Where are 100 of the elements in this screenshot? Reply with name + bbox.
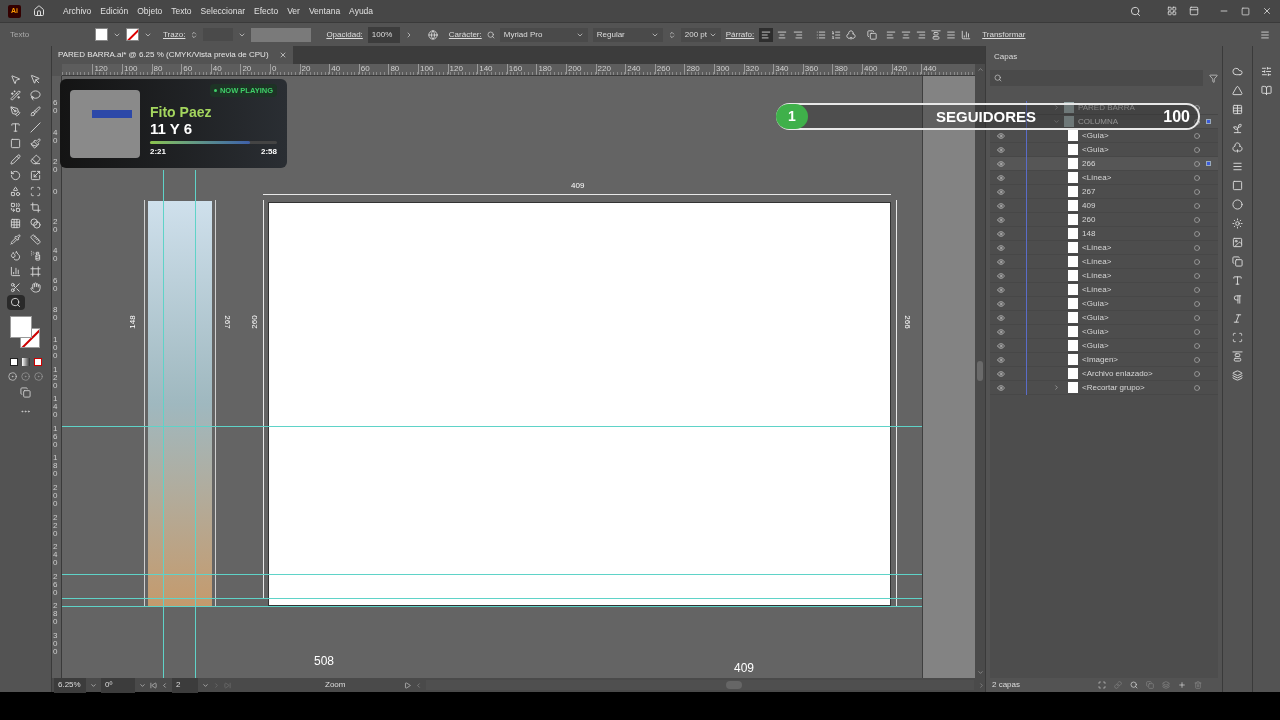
draw-inside-icon[interactable] [34,372,43,381]
layer-row[interactable]: <Línea> [990,171,1218,185]
layers-icon[interactable] [1232,370,1243,381]
scroll-thumb[interactable] [977,361,983,381]
layer-row[interactable]: <Línea> [990,269,1218,283]
eye-icon[interactable] [997,341,1005,350]
cloud-icon[interactable] [1232,66,1243,77]
layer-row[interactable]: <Archivo enlazado> [990,367,1218,381]
properties-icon[interactable] [1261,66,1272,77]
maximize-icon[interactable] [1241,6,1250,16]
scroll-left-icon[interactable] [415,681,422,689]
trash-icon[interactable] [1194,681,1202,689]
lines-icon[interactable] [1232,161,1243,172]
new-layer-icon[interactable] [1178,681,1186,689]
play-icon[interactable] [404,681,411,689]
scroll-up-icon[interactable] [976,66,984,73]
eye-icon[interactable] [997,159,1005,168]
numbered-list-icon[interactable] [831,29,842,40]
font-style-field[interactable]: Regular [592,27,663,42]
eye-icon[interactable] [997,369,1005,378]
fill-swatch[interactable] [95,28,108,41]
stroke-swatch[interactable] [126,28,139,41]
libraries-icon[interactable] [1261,85,1272,96]
layer-search-field[interactable] [990,70,1203,86]
image-icon[interactable] [1232,237,1243,248]
sprout-icon[interactable] [1232,123,1243,134]
copy-icon[interactable] [1232,256,1243,267]
transform-icon[interactable] [1232,332,1243,343]
draw-normal-icon[interactable] [8,372,17,381]
type-icon[interactable] [1232,275,1243,286]
home-icon[interactable] [33,5,45,17]
tool-button[interactable] [6,295,25,310]
eye-icon[interactable] [997,285,1005,294]
font-size-field[interactable]: 200 pt [680,27,721,42]
menu-item[interactable]: Ventana [308,4,341,18]
menu-item[interactable]: Archivo [63,4,92,18]
close-icon[interactable] [278,51,287,59]
eye-icon[interactable] [997,327,1005,336]
eye-icon[interactable] [997,201,1005,210]
layer-row[interactable]: 148 [990,227,1218,241]
search-icon[interactable] [486,30,495,39]
layer-row[interactable]: <Guía> [990,143,1218,157]
target-circle-icon[interactable] [1194,104,1200,111]
eye-icon[interactable] [997,131,1005,140]
draw-behind-icon[interactable] [21,372,30,381]
menu-item[interactable]: Objeto [137,4,163,18]
search-icon[interactable] [1130,5,1141,17]
italic-icon[interactable] [1232,313,1243,324]
panel-menu-icon[interactable] [1260,29,1270,40]
eye-icon[interactable] [997,271,1005,280]
pilcrow-icon[interactable] [1232,294,1243,305]
scroll-down-icon[interactable] [976,669,984,676]
layer-row[interactable]: <Guía> [990,339,1218,353]
eye-icon[interactable] [997,299,1005,308]
layer-row[interactable]: 266 [990,157,1218,171]
club-icon[interactable] [1232,142,1243,153]
eye-icon[interactable] [997,243,1005,252]
eye-icon[interactable] [997,229,1005,238]
eye-icon[interactable] [997,355,1005,364]
menu-item[interactable]: Seleccionar [200,4,246,18]
workspace-icon[interactable] [1167,6,1177,16]
layer-row[interactable]: <Guía> [990,129,1218,143]
menu-item[interactable]: Edición [100,4,129,18]
align-button[interactable] [759,27,774,42]
screen-mode-icon[interactable] [20,387,31,398]
eye-icon[interactable] [997,313,1005,322]
caret-icon[interactable] [139,681,146,689]
none-mode-icon[interactable] [33,358,42,366]
align-left-icon[interactable] [886,29,897,40]
target-circle-icon[interactable] [1194,118,1200,125]
circle-icon[interactable] [1232,199,1243,210]
caret-icon[interactable] [90,681,97,689]
layer-row[interactable]: <Guía> [990,297,1218,311]
color-mode-icon[interactable] [9,358,18,366]
layer-row[interactable]: <Imagen> [990,353,1218,367]
document-tab[interactable]: PARED BARRA.ai* @ 6.25 % (CMYK/Vista previa de CPU) [52,46,293,64]
align-center-icon[interactable] [901,29,912,40]
menu-item[interactable]: Efecto [254,4,279,18]
layer-row[interactable]: 409 [990,199,1218,213]
first-artboard-icon[interactable] [150,681,157,689]
variable-width-field[interactable] [251,27,312,42]
previous-artboard-icon[interactable] [161,681,168,689]
gradient-mode-icon[interactable] [21,358,30,366]
scroll-right-icon[interactable] [978,681,985,689]
eye-icon[interactable] [997,173,1005,182]
table-icon[interactable] [1232,104,1243,115]
triangle-icon[interactable] [1232,85,1243,96]
eye-icon[interactable] [997,187,1005,196]
layer-row[interactable]: <Guía> [990,311,1218,325]
menu-item[interactable]: Ayuda [349,4,374,18]
font-field[interactable]: Myriad Pro [499,27,588,42]
align-right-icon[interactable] [916,29,927,40]
eye-icon[interactable] [997,383,1005,392]
recolor-icon[interactable] [427,29,438,40]
layer-row[interactable]: <Línea> [990,283,1218,297]
filter-icon[interactable] [1209,73,1218,83]
search-icon[interactable] [1130,681,1138,689]
stepper-icon[interactable] [667,30,676,39]
layer-row[interactable]: 267 [990,185,1218,199]
eye-icon[interactable] [997,257,1005,266]
